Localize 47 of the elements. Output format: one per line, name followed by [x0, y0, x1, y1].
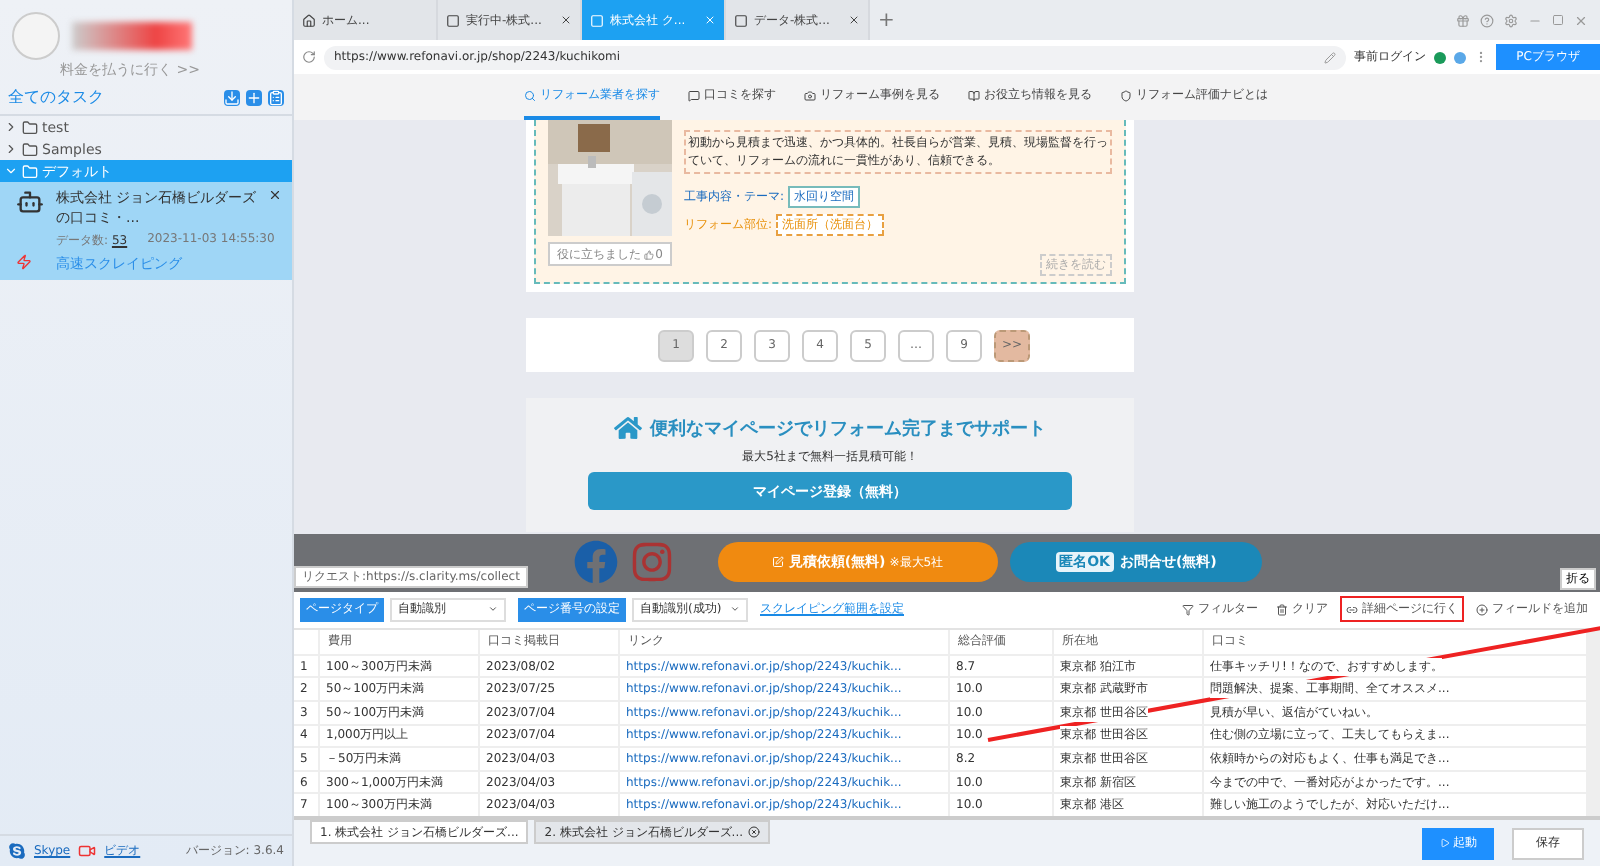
filter-icon [1182, 603, 1194, 616]
status-icon [1434, 51, 1446, 63]
book-icon [968, 89, 980, 101]
close-icon[interactable] [560, 14, 572, 26]
plus-circle-icon [1476, 603, 1488, 616]
folder-icon [22, 163, 38, 179]
maximize-icon[interactable] [1552, 14, 1564, 26]
close-icon[interactable] [747, 826, 760, 838]
trash-icon [1276, 603, 1288, 616]
home-icon [302, 13, 316, 27]
close-icon[interactable] [268, 188, 282, 202]
link-icon [1346, 603, 1358, 616]
chevron-down-icon [488, 604, 498, 615]
folder-icon [22, 119, 38, 135]
page-icon [734, 13, 748, 27]
robot-icon [16, 188, 44, 216]
avatar [12, 11, 60, 59]
gift-icon[interactable] [1456, 13, 1470, 27]
redacted-name [72, 21, 192, 49]
info-icon [1454, 51, 1466, 63]
folder-icon [22, 141, 38, 157]
chevron-down-icon[interactable] [4, 164, 18, 178]
pencil-icon[interactable] [1324, 51, 1336, 63]
all-tasks-title: 全てのタスク [8, 86, 104, 108]
clipboard-icon[interactable] [268, 89, 284, 105]
promo-title: 便利なマイページでリフォーム完了までサポート [650, 416, 1046, 441]
settings-icon[interactable] [1504, 13, 1518, 27]
help-icon[interactable] [1480, 13, 1494, 27]
skype-icon [8, 842, 26, 860]
thumbs-up-icon [643, 249, 654, 259]
page-icon [446, 13, 460, 27]
lightning-icon [16, 254, 32, 270]
page-icon [590, 13, 604, 27]
camera-icon [804, 89, 816, 101]
add-icon[interactable] [246, 89, 262, 105]
edit-icon [772, 556, 785, 569]
play-icon [1439, 838, 1449, 848]
chevron-down-icon [730, 604, 740, 615]
reload-icon[interactable] [302, 50, 316, 64]
import-icon[interactable] [224, 89, 240, 105]
close-icon[interactable] [848, 14, 860, 26]
new-tab-button[interactable]: + [870, 9, 903, 31]
video-icon [78, 842, 97, 860]
search-icon [524, 89, 536, 101]
house-icon [614, 414, 642, 442]
speech-bubble-icon [688, 89, 700, 101]
shield-icon [1120, 89, 1132, 101]
